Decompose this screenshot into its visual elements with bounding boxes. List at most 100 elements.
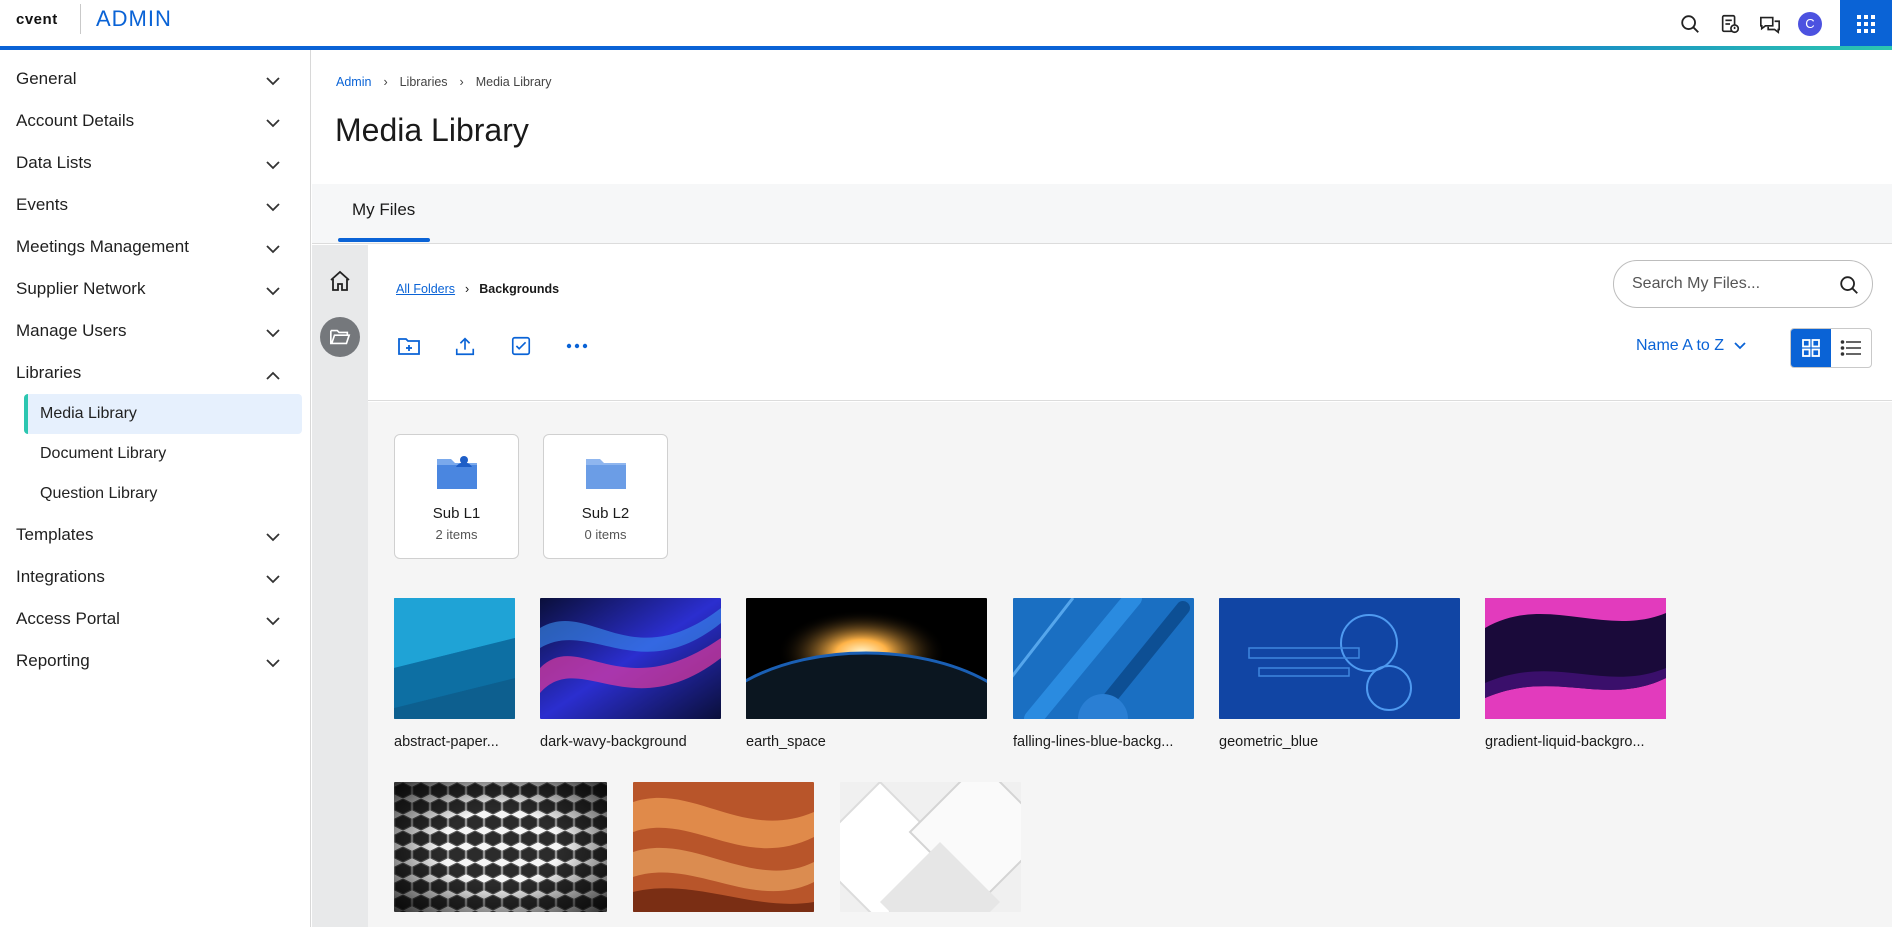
current-folder: Backgrounds	[479, 282, 560, 296]
view-toggle	[1790, 328, 1872, 368]
sort-dropdown[interactable]: Name A to Z	[1636, 337, 1746, 355]
sidebar-item-label: Libraries	[16, 363, 82, 382]
chevron-right-icon: ›	[459, 75, 464, 89]
folder-add-icon	[398, 338, 420, 355]
sidebar-item-data-lists[interactable]: Data Lists	[0, 142, 310, 184]
sidebar-subitem-document-library[interactable]: Document Library	[24, 434, 302, 474]
folder-card-sub-l1[interactable]: Sub L1 2 items	[394, 434, 519, 559]
grid-icon	[1857, 14, 1875, 33]
upload-icon	[455, 337, 475, 356]
sidebar-item-events[interactable]: Events	[0, 184, 310, 226]
new-folder-button[interactable]	[394, 331, 424, 361]
folders-button[interactable]	[320, 317, 360, 357]
sidebar-subitem-label: Document Library	[40, 445, 167, 462]
more-horizontal-icon	[566, 343, 588, 349]
logo-divider	[80, 4, 81, 34]
image-tile[interactable]	[808, 760, 1052, 927]
chevron-down-icon	[266, 611, 280, 631]
chevron-down-icon	[1734, 342, 1746, 350]
sidebar-subitem-media-library[interactable]: Media Library	[24, 394, 302, 434]
sidebar-item-label: Events	[16, 195, 68, 214]
chevron-down-icon	[266, 323, 280, 343]
image-tile[interactable]: abstract-paper...	[394, 598, 515, 750]
image-tile[interactable]	[394, 782, 607, 917]
image-tile[interactable]: dark-wavy-background	[540, 598, 721, 750]
image-tile[interactable]: geometric_blue	[1219, 598, 1460, 750]
chat-icon[interactable]	[1750, 4, 1790, 44]
sidebar-item-label: Templates	[16, 525, 94, 544]
image-tile[interactable]	[633, 782, 814, 917]
image-tile[interactable]: falling-lines-blue-backg...	[1001, 589, 1194, 750]
folder-item-count: 2 items	[435, 527, 478, 542]
home-button[interactable]	[320, 261, 360, 301]
chevron-down-icon	[266, 71, 280, 91]
image-name: geometric_blue	[1219, 734, 1319, 750]
sidebar-item-label: Reporting	[16, 651, 90, 670]
image-thumbnail	[394, 598, 515, 719]
chevron-down-icon	[266, 527, 280, 547]
chevron-right-icon: ›	[383, 75, 388, 89]
sidebar-item-templates[interactable]: Templates	[0, 514, 310, 556]
folder-with-content-icon	[395, 451, 518, 495]
sidebar-item-label: Data Lists	[16, 153, 92, 172]
top-bar: cvent ADMIN C	[0, 0, 1892, 50]
image-name: falling-lines-blue-backg...	[1013, 734, 1174, 750]
select-button[interactable]	[506, 331, 536, 361]
sidebar-item-libraries[interactable]: Libraries	[0, 352, 310, 394]
folder-breadcrumb: All Folders › Backgrounds	[396, 282, 559, 296]
sidebar-item-reporting[interactable]: Reporting	[0, 640, 310, 682]
search-box[interactable]	[1613, 260, 1873, 308]
sidebar-item-label: General	[16, 69, 77, 88]
sidebar-item-general[interactable]: General	[0, 58, 310, 100]
image-thumbnail	[1485, 598, 1666, 719]
image-thumbnail	[1001, 589, 1194, 744]
cvent-logo[interactable]: cvent	[16, 11, 58, 28]
page-title: Media Library	[335, 112, 529, 148]
image-tile[interactable]: earth_space	[694, 598, 1038, 845]
chevron-down-icon	[266, 653, 280, 673]
sidebar-subitem-label: Question Library	[40, 485, 158, 502]
app-title: ADMIN	[96, 6, 172, 31]
sidebar-item-label: Meetings Management	[16, 237, 189, 256]
files-grid: Sub L1 2 items Sub L2 0 items abstract-p…	[368, 402, 1892, 927]
tab-bar: My Files	[312, 184, 1892, 244]
breadcrumb: Admin › Libraries › Media Library	[336, 75, 551, 89]
chevron-down-icon	[266, 239, 280, 259]
sidebar-item-integrations[interactable]: Integrations	[0, 556, 310, 598]
app-switcher-button[interactable]	[1840, 0, 1892, 47]
image-thumbnail	[808, 760, 1052, 927]
breadcrumb-libraries[interactable]: Libraries	[400, 75, 448, 89]
folder-card-sub-l2[interactable]: Sub L2 0 items	[543, 434, 668, 559]
search-input[interactable]	[1630, 274, 1826, 294]
chevron-down-icon	[266, 155, 280, 175]
grid-view-button[interactable]	[1791, 329, 1831, 367]
user-avatar[interactable]: C	[1798, 11, 1822, 36]
sidebar-subitem-question-library[interactable]: Question Library	[24, 474, 302, 514]
sidebar-item-access-portal[interactable]: Access Portal	[0, 598, 310, 640]
folder-item-count: 0 items	[584, 527, 627, 542]
more-actions-button[interactable]	[562, 331, 592, 361]
image-name: dark-wavy-background	[540, 734, 687, 750]
sidebar-subitem-label: Media Library	[40, 405, 137, 422]
tab-label: My Files	[352, 200, 416, 219]
calendar-list-icon[interactable]	[1710, 4, 1750, 44]
sidebar-item-manage-users[interactable]: Manage Users	[0, 310, 310, 352]
image-thumbnail	[540, 598, 721, 719]
sidebar-item-supplier-network[interactable]: Supplier Network	[0, 268, 310, 310]
breadcrumb-media-library: Media Library	[475, 75, 552, 89]
all-folders-link[interactable]: All Folders	[396, 282, 455, 296]
upload-button[interactable]	[450, 331, 480, 361]
image-tile[interactable]: gradient-liquid-backgro...	[1485, 598, 1666, 750]
breadcrumb-admin[interactable]: Admin	[336, 75, 371, 89]
search-icon[interactable]	[1670, 4, 1710, 44]
sidebar-item-meetings-management[interactable]: Meetings Management	[0, 226, 310, 268]
image-thumbnail	[694, 598, 1038, 845]
chevron-down-icon	[266, 569, 280, 589]
sidebar-item-account-details[interactable]: Account Details	[0, 100, 310, 142]
tab-my-files[interactable]: My Files	[338, 200, 430, 242]
files-toolbar-area: All Folders › Backgrounds Name A to Z	[368, 245, 1892, 401]
sidebar-item-label: Access Portal	[16, 609, 120, 628]
list-view-button[interactable]	[1831, 329, 1871, 367]
list-view-icon	[1840, 340, 1861, 356]
sidebar-item-label: Integrations	[16, 567, 105, 586]
